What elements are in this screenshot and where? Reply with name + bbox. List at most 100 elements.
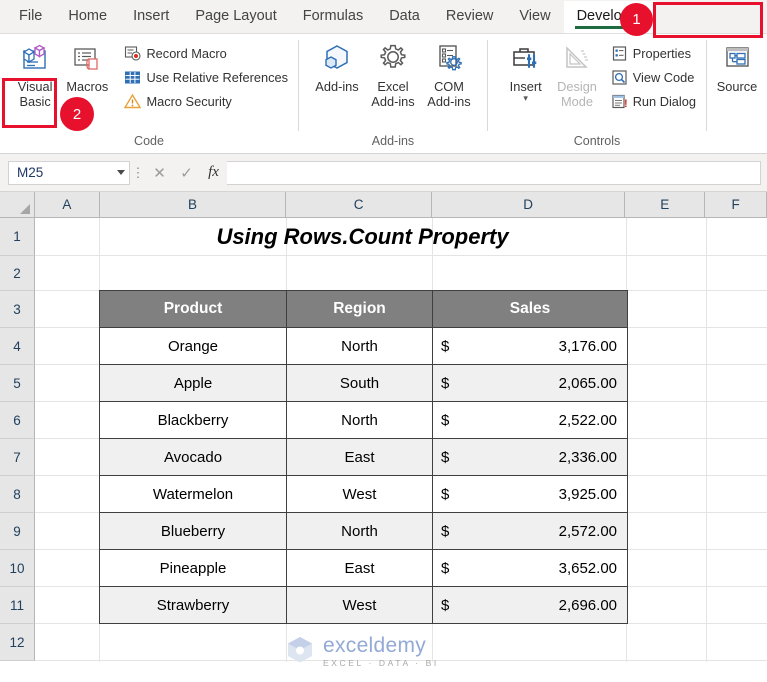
run-dialog-button[interactable]: ! Run Dialog [607,89,700,113]
table-row[interactable]: Blueberry North $2,572.00 [99,512,628,550]
column-header-sales[interactable]: Sales [432,290,628,328]
source-button[interactable]: Source [713,38,761,94]
table-row[interactable]: Watermelon West $3,925.00 [99,475,628,513]
cell-area[interactable]: Using Rows.Count Property Product Region… [35,218,767,662]
macro-security-button[interactable]: Macro Security [120,89,292,113]
cell-product[interactable]: Pineapple [99,549,287,587]
cell-sales[interactable]: $3,925.00 [432,475,628,513]
cell-sales[interactable]: $2,065.00 [432,364,628,402]
tab-page-layout[interactable]: Page Layout [182,1,289,33]
row-header-6[interactable]: 6 [0,402,35,439]
row-header-12[interactable]: 12 [0,624,35,661]
cell-sales[interactable]: $2,572.00 [432,512,628,550]
insert-control-button[interactable]: Insert ▾ [500,38,551,103]
tab-home[interactable]: Home [55,1,120,33]
cell-product[interactable]: Strawberry [99,586,287,624]
row-header-4[interactable]: 4 [0,328,35,365]
cell-product[interactable]: Watermelon [99,475,287,513]
cell-product[interactable]: Avocado [99,438,287,476]
macros-button[interactable]: Macros [62,38,112,94]
addins-label: Add-ins [315,79,359,94]
design-mode-button[interactable]: Design Mode [551,38,602,109]
name-box-chevron-down-icon[interactable] [117,170,125,175]
cell-region[interactable]: West [286,475,433,513]
tab-file[interactable]: File [6,1,55,33]
design-mode-icon [560,42,594,76]
column-header-region[interactable]: Region [286,290,433,328]
table-row[interactable]: Orange North $3,176.00 [99,327,628,365]
addins-button[interactable]: Add-ins [309,38,365,94]
cell-product[interactable]: Blueberry [99,512,287,550]
addins-hexagon-icon [320,42,354,76]
column-header-e[interactable]: E [625,192,706,218]
cell-region[interactable]: North [286,401,433,439]
currency-symbol: $ [441,448,450,466]
ribbon-group-xml: Source [707,34,767,153]
name-box[interactable]: M25 [8,160,130,185]
run-dialog-icon: ! [611,93,628,110]
record-macro-button[interactable]: Record Macro [120,41,292,65]
design-mode-label: Design Mode [557,79,597,109]
sheet-title[interactable]: Using Rows.Count Property [99,218,626,255]
row-header-3[interactable]: 3 [0,291,35,328]
cancel-formula-icon[interactable]: ✕ [146,161,173,185]
table-row[interactable]: Strawberry West $2,696.00 [99,586,628,624]
excel-addins-button[interactable]: Excel Add-ins [365,38,421,109]
table-row[interactable]: Blackberry North $2,522.00 [99,401,628,439]
formula-input[interactable] [227,160,761,185]
view-code-button[interactable]: View Code [607,65,700,89]
tab-insert[interactable]: Insert [120,1,182,33]
table-row[interactable]: Avocado East $2,336.00 [99,438,628,476]
cell-region[interactable]: North [286,327,433,365]
currency-symbol: $ [441,559,450,577]
cell-sales[interactable]: $2,336.00 [432,438,628,476]
cell-sales[interactable]: $3,176.00 [432,327,628,365]
cell-sales[interactable]: $3,652.00 [432,549,628,587]
column-header-f[interactable]: F [705,192,767,218]
tab-data[interactable]: Data [376,1,433,33]
group-label-code: Code [134,134,164,148]
tab-data-label: Data [389,8,420,24]
cell-region[interactable]: East [286,438,433,476]
sales-amount: 2,522.00 [558,411,617,429]
row-header-11[interactable]: 11 [0,587,35,624]
row-header-8[interactable]: 8 [0,476,35,513]
column-header-b[interactable]: B [99,192,287,218]
tab-page-layout-label: Page Layout [195,8,277,24]
column-header-c[interactable]: C [286,192,432,218]
row-header-10[interactable]: 10 [0,550,35,587]
row-header-2[interactable]: 2 [0,256,35,291]
tab-view[interactable]: View [506,1,563,33]
formula-bar-grip[interactable]: ⋮ [130,166,146,179]
table-row[interactable]: Pineapple East $3,652.00 [99,549,628,587]
cell-sales[interactable]: $2,696.00 [432,586,628,624]
visual-basic-button[interactable]: Visual Basic [10,38,60,109]
column-header-product[interactable]: Product [99,290,287,328]
row-header-7[interactable]: 7 [0,439,35,476]
ribbon-group-addins: Add-ins Excel Add-ins COM Add-ins Add-in… [299,34,487,153]
cell-product[interactable]: Orange [99,327,287,365]
tab-formulas[interactable]: Formulas [290,1,376,33]
tab-review[interactable]: Review [433,1,507,33]
row-header-9[interactable]: 9 [0,513,35,550]
currency-symbol: $ [441,522,450,540]
cell-product[interactable]: Apple [99,364,287,402]
cell-region[interactable]: South [286,364,433,402]
cell-region[interactable]: East [286,549,433,587]
cell-product[interactable]: Blackberry [99,401,287,439]
insert-function-icon[interactable]: fx [200,161,227,185]
column-header-a[interactable]: A [34,192,100,218]
select-all-corner[interactable] [0,192,35,218]
com-addins-button[interactable]: COM Add-ins [421,38,477,109]
insert-chevron-down-icon[interactable]: ▾ [523,94,528,103]
enter-formula-icon[interactable]: ✓ [173,161,200,185]
cell-region[interactable]: North [286,512,433,550]
cell-region[interactable]: West [286,586,433,624]
row-header-5[interactable]: 5 [0,365,35,402]
column-header-d[interactable]: D [431,192,626,218]
cell-sales[interactable]: $2,522.00 [432,401,628,439]
table-row[interactable]: Apple South $2,065.00 [99,364,628,402]
properties-button[interactable]: Properties [607,41,700,65]
use-relative-references-button[interactable]: Use Relative References [120,65,292,89]
row-header-1[interactable]: 1 [0,218,35,256]
